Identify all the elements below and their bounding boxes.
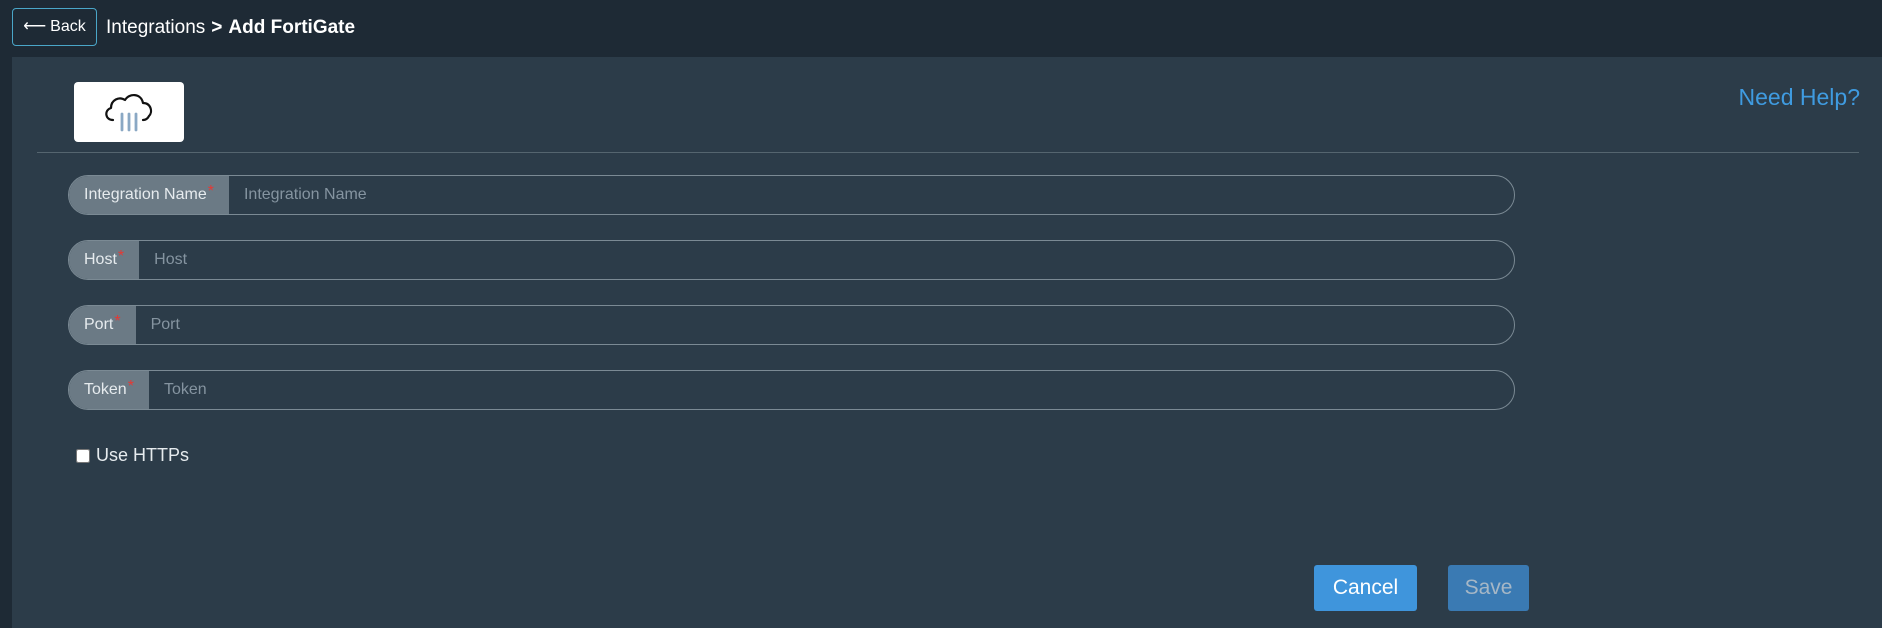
breadcrumb-separator: > (211, 17, 223, 38)
token-label: Token * (69, 371, 149, 409)
token-field: Token * (68, 370, 1515, 410)
cancel-button[interactable]: Cancel (1314, 565, 1417, 611)
back-button-label: Back (50, 18, 86, 35)
port-field: Port * (68, 305, 1515, 345)
required-mark: * (114, 313, 121, 330)
arrow-left-icon: ⟵ (23, 18, 47, 35)
required-mark: * (127, 378, 134, 395)
page-title: Add FortiGate (228, 17, 356, 38)
integration-logo (74, 82, 184, 142)
integration-form-panel: Need Help? Integration Name* Host* Port*… (12, 57, 1882, 628)
integration-name-input[interactable] (228, 176, 1514, 214)
integration-name-label: Integration Name * (69, 176, 229, 214)
host-field: Host * (68, 240, 1515, 280)
host-input[interactable] (139, 241, 1514, 279)
port-input[interactable] (135, 306, 1514, 344)
top-bar: ⟵ Back Integrations > Add FortiGate (0, 0, 1882, 56)
port-label: Port * (69, 306, 136, 344)
use-https-label: Use HTTPs (96, 445, 190, 465)
breadcrumb-parent[interactable]: Integrations (106, 17, 205, 39)
host-label: Host * (69, 241, 140, 279)
token-input[interactable] (148, 371, 1514, 409)
use-https-checkbox[interactable] (76, 448, 90, 463)
required-mark: * (207, 183, 214, 200)
use-https-option[interactable]: Use HTTPs (76, 445, 189, 466)
integration-name-field: Integration Name * (68, 175, 1515, 215)
cloud-icon (105, 94, 153, 132)
required-mark: * (117, 248, 125, 265)
back-button[interactable]: ⟵ Back (12, 8, 97, 46)
breadcrumb: Integrations > Add FortiGate (106, 14, 355, 42)
divider (37, 152, 1859, 153)
need-help-link[interactable]: Need Help? (1739, 84, 1860, 111)
save-button[interactable]: Save (1448, 565, 1529, 611)
